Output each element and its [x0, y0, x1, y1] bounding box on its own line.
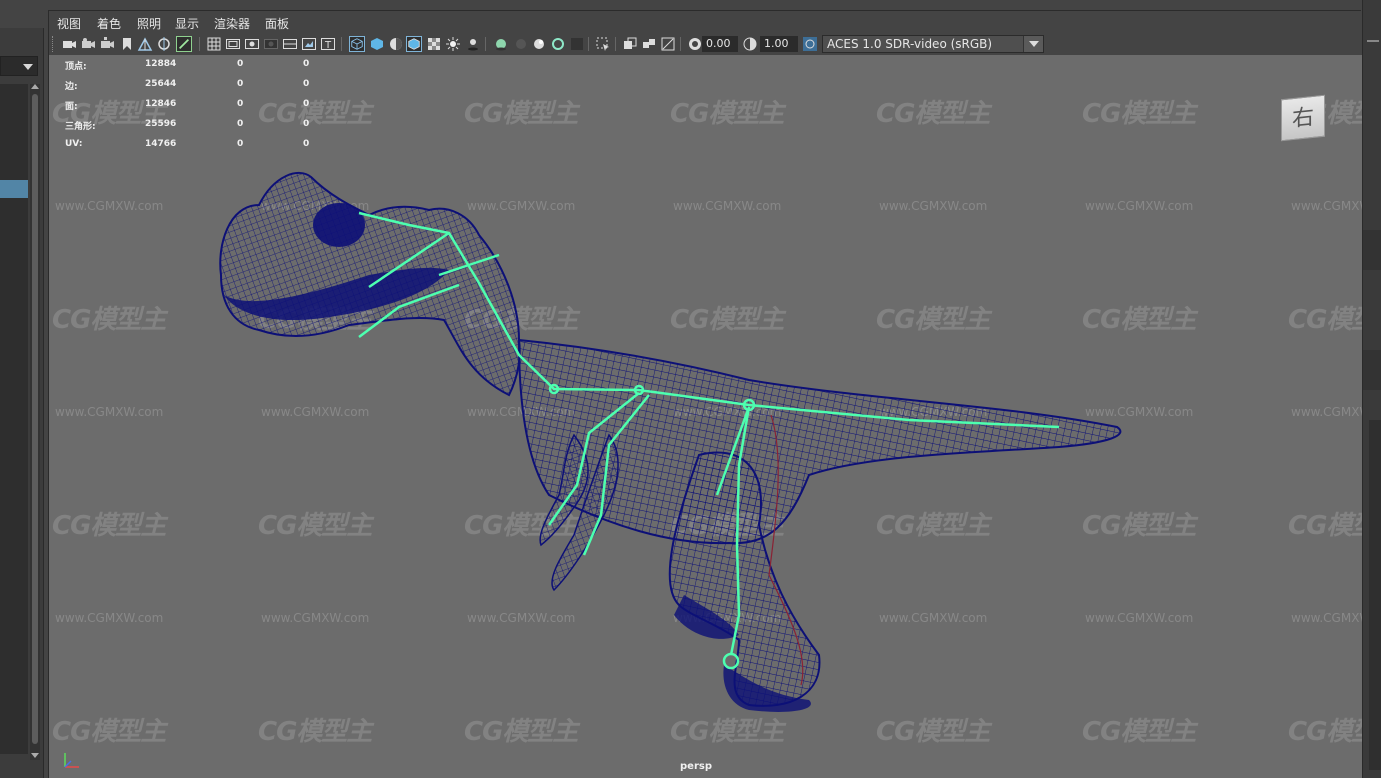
gamma-icon[interactable] — [742, 36, 758, 52]
outliner-scrollbar[interactable] — [30, 84, 40, 760]
hud-selected: 0 — [237, 119, 244, 129]
hud-label: 三角形: — [65, 122, 96, 132]
axis-gizmo-icon — [64, 753, 79, 768]
select-camera-icon[interactable] — [61, 36, 77, 52]
backface-culling-icon[interactable] — [660, 36, 676, 52]
dinosaur-body — [219, 172, 1122, 712]
color-space-dropdown[interactable]: ACES 1.0 SDR-video (sRGB) — [822, 35, 1044, 53]
toolbar-separator — [615, 37, 616, 51]
maya-window: 视图 着色 照明 显示 渲染器 面板 T 0.00 1.00 ACES 1.0 … — [0, 0, 1381, 778]
hud-total: 14766 — [145, 139, 177, 149]
hud-highlighted: 0 — [303, 139, 310, 149]
color-space-label: ACES 1.0 SDR-video (sRGB) — [827, 37, 993, 51]
image-plane-icon[interactable] — [137, 36, 153, 52]
resolution-gate-icon[interactable] — [244, 36, 260, 52]
grease-pencil-icon[interactable] — [176, 36, 192, 52]
multisample-icon[interactable] — [531, 36, 547, 52]
gate-mask-icon[interactable] — [263, 36, 279, 52]
outliner-selected-item[interactable] — [0, 180, 28, 198]
depth-of-field-icon[interactable] — [550, 36, 566, 52]
lighting-icon[interactable] — [445, 36, 461, 52]
hud-highlighted: 0 — [303, 79, 310, 89]
grid-icon[interactable] — [206, 36, 222, 52]
hud-label: 面: — [65, 102, 78, 112]
hud-total: 25596 — [145, 119, 177, 129]
camera-attributes-icon[interactable] — [80, 36, 96, 52]
toolbar-grip[interactable] — [52, 36, 55, 52]
attribute-panel — [1362, 0, 1381, 778]
wireframe-icon[interactable] — [349, 36, 365, 52]
viewport-panel: 视图 着色 照明 显示 渲染器 面板 T 0.00 1.00 ACES 1.0 … — [48, 10, 1362, 778]
menu-shading[interactable]: 着色 — [97, 15, 121, 32]
isolate-select-icon[interactable] — [595, 36, 611, 52]
chevron-down-icon — [23, 64, 33, 70]
camera-label: persp — [680, 761, 712, 772]
toolbar-separator — [588, 37, 589, 51]
hud-selected: 0 — [237, 59, 244, 69]
textured-icon[interactable] — [426, 36, 442, 52]
toolbar-separator — [680, 37, 681, 51]
panel-menubar: 视图 着色 照明 显示 渲染器 面板 — [49, 11, 1362, 33]
exposure-field[interactable]: 0.00 — [702, 36, 738, 52]
outliner-panel — [0, 0, 44, 778]
default-material-icon[interactable] — [388, 36, 404, 52]
bookmark-icon[interactable] — [119, 36, 135, 52]
exposure-icon[interactable] — [687, 36, 703, 52]
safe-title-icon[interactable]: T — [320, 36, 336, 52]
menu-lighting[interactable]: 照明 — [137, 15, 161, 32]
hud-label: UV: — [65, 139, 83, 149]
xray-joints-icon[interactable] — [622, 36, 638, 52]
3d-viewport[interactable]: CG模型主CG模型主CG模型主CG模型主CG模型主CG模型主CG模型主CG模型主… — [49, 55, 1362, 778]
wireframe-on-shaded-icon[interactable] — [406, 36, 422, 52]
motion-blur-icon[interactable] — [512, 36, 528, 52]
view-cube[interactable]: 右 — [1277, 91, 1329, 143]
chevron-down-icon[interactable] — [1023, 36, 1043, 52]
toolbar-separator — [199, 37, 200, 51]
toolbar-separator — [341, 37, 342, 51]
ambient-occlusion-icon[interactable] — [493, 36, 509, 52]
attribute-field[interactable] — [1363, 230, 1381, 270]
menu-view[interactable]: 视图 — [57, 15, 81, 32]
hud-total: 25644 — [145, 79, 177, 89]
hud-selected: 0 — [237, 139, 244, 149]
outliner-header — [0, 0, 44, 28]
hud-highlighted: 0 — [303, 119, 310, 129]
hud-label: 边: — [65, 82, 78, 92]
menu-renderer[interactable]: 渲染器 — [214, 15, 250, 32]
smooth-shade-icon[interactable] — [369, 36, 385, 52]
dinosaur-mesh[interactable] — [49, 55, 1362, 778]
hud-total: 12846 — [145, 99, 177, 109]
panel-toolbar: T 0.00 1.00 ACES 1.0 SDR-video (sRGB) — [49, 33, 1362, 55]
safe-action-icon[interactable] — [301, 36, 317, 52]
xray-active-icon[interactable] — [641, 36, 657, 52]
view-cube-face[interactable]: 右 — [1281, 94, 1325, 142]
menu-panels[interactable]: 面板 — [265, 15, 289, 32]
menu-show[interactable]: 显示 — [175, 15, 199, 32]
2d-pan-zoom-icon[interactable] — [156, 36, 172, 52]
attribute-scroll[interactable] — [1369, 420, 1381, 770]
toolbar-separator — [485, 37, 486, 51]
panel-handle[interactable] — [1367, 40, 1379, 42]
hud-total: 12884 — [145, 59, 177, 69]
shadows-icon[interactable] — [465, 36, 481, 52]
hud-selected: 0 — [237, 79, 244, 89]
hud-highlighted: 0 — [303, 59, 310, 69]
hud-label: 顶点: — [65, 62, 87, 72]
attribute-field[interactable] — [1363, 350, 1381, 390]
field-chart-icon[interactable] — [282, 36, 298, 52]
camera-lock-icon[interactable] — [99, 36, 115, 52]
gamma-field[interactable]: 1.00 — [760, 36, 798, 52]
colorspace-icon[interactable] — [802, 36, 818, 52]
outliner-dropdown[interactable] — [0, 56, 38, 76]
hud-highlighted: 0 — [303, 99, 310, 109]
hud-selected: 0 — [237, 99, 244, 109]
scroll-up-icon[interactable] — [31, 84, 39, 89]
scroll-down-icon[interactable] — [31, 753, 39, 758]
film-gate-icon[interactable] — [225, 36, 241, 52]
xray-icon[interactable] — [569, 36, 585, 52]
svg-text:T: T — [324, 40, 332, 51]
scroll-thumb[interactable] — [32, 94, 38, 744]
top-strip — [44, 0, 1381, 10]
